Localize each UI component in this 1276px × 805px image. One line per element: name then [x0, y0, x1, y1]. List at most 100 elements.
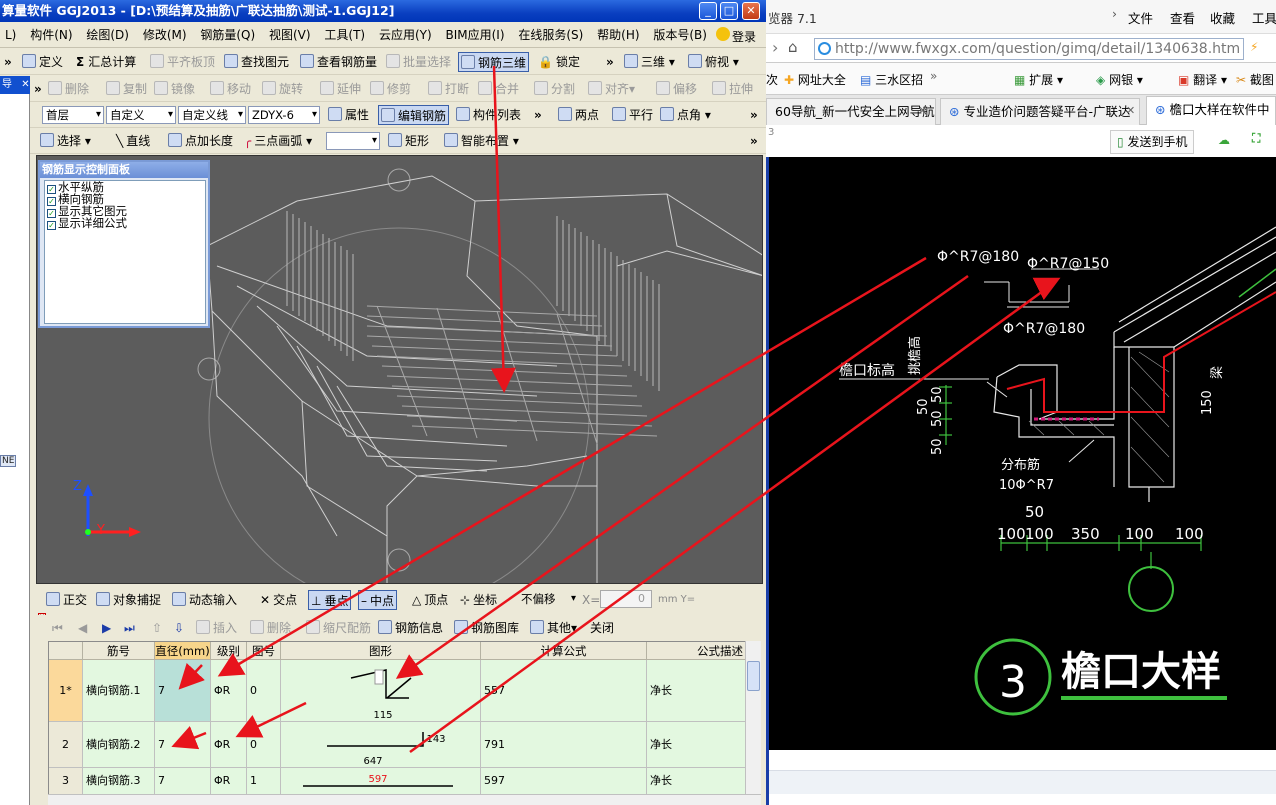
- menu-help[interactable]: 帮助(H): [597, 22, 639, 48]
- rebar-3d-button[interactable]: 钢筋三维: [458, 52, 530, 72]
- close-button[interactable]: ✕: [742, 2, 760, 20]
- view-rebar-qty-button[interactable]: 查看钢筋量: [300, 52, 377, 72]
- arc-button[interactable]: ╭ 三点画弧 ▾: [244, 131, 312, 151]
- lock-button[interactable]: 🔒 锁定: [538, 52, 580, 72]
- line-button[interactable]: ╲ 直线: [116, 131, 150, 151]
- tab-navigation[interactable]: 60导航_新一代安全上网导航: [766, 98, 936, 125]
- next-record-icon[interactable]: ▶: [102, 618, 111, 638]
- ortho-toggle[interactable]: 正交: [46, 590, 87, 610]
- insert-row-button[interactable]: 插入: [196, 618, 237, 638]
- browser-menu-view[interactable]: 查看: [1170, 8, 1195, 27]
- offset-button[interactable]: 偏移: [656, 79, 697, 99]
- nav-close-icon[interactable]: ✕: [21, 79, 29, 90]
- menu-rebar-qty[interactable]: 钢筋量(Q): [200, 22, 255, 48]
- split-button[interactable]: 分割: [534, 79, 575, 99]
- fullscreen-icon[interactable]: ⛶: [1252, 131, 1260, 146]
- col-header-diameter[interactable]: 直径(mm): [155, 642, 211, 660]
- col-header-fig-no[interactable]: 图号: [247, 642, 281, 660]
- toolbar4-more-icon[interactable]: »: [750, 131, 758, 151]
- parallel-button[interactable]: 平行: [612, 105, 653, 125]
- rotate-button[interactable]: 旋转: [262, 79, 303, 99]
- rectangle-button[interactable]: 矩形: [388, 131, 429, 151]
- cell-name[interactable]: 横向钢筋.3: [83, 768, 155, 795]
- menu-cloud[interactable]: 云应用(Y): [379, 22, 432, 48]
- floor-select[interactable]: 首层: [42, 106, 104, 124]
- cell-formula[interactable]: 597: [481, 768, 647, 795]
- cell-shape[interactable]: 115: [281, 660, 481, 722]
- offset-select[interactable]: 不偏移: [518, 591, 578, 609]
- smart-layout-button[interactable]: 智能布置 ▾: [444, 131, 519, 151]
- arc-option-select[interactable]: [326, 132, 380, 150]
- cell-grade[interactable]: ΦR: [211, 722, 247, 768]
- toolbar3-more-icon[interactable]: »: [750, 105, 758, 125]
- minimize-button[interactable]: _: [699, 2, 717, 20]
- two-points-button[interactable]: 两点: [558, 105, 599, 125]
- menu-draw[interactable]: 绘图(D): [86, 22, 129, 48]
- close-grid-button[interactable]: 关闭: [590, 618, 614, 638]
- cell-diameter[interactable]: 7: [155, 722, 211, 768]
- stretch-button[interactable]: 拉伸: [712, 79, 753, 99]
- intersection-snap[interactable]: ✕ 交点: [260, 590, 297, 610]
- send-to-phone-button[interactable]: ▯ 发送到手机: [1110, 130, 1195, 154]
- cloud-icon[interactable]: ☁: [1218, 133, 1230, 147]
- select-button[interactable]: 选择 ▾: [40, 131, 91, 151]
- fav-more-icon[interactable]: »: [930, 69, 937, 83]
- fav-screenshot[interactable]: ✂ 截图: [1236, 71, 1274, 88]
- vertex-snap[interactable]: △ 顶点: [412, 590, 448, 610]
- cell-desc[interactable]: 净长: [647, 722, 760, 768]
- col-header-formula[interactable]: 计算公式: [481, 642, 647, 660]
- ne-button[interactable]: NE: [0, 455, 17, 467]
- menu-tools[interactable]: 工具(T): [324, 22, 365, 48]
- grid-horizontal-scrollbar[interactable]: [48, 794, 761, 805]
- fav-translate[interactable]: ▣ 翻译 ▾: [1178, 71, 1227, 88]
- toolbar2-chevron-icon[interactable]: »: [34, 79, 42, 99]
- row-index[interactable]: 2: [49, 722, 83, 768]
- fav-item-navigation[interactable]: ✚ 网址大全: [784, 71, 846, 88]
- move-up-icon[interactable]: ⇧: [152, 618, 162, 638]
- cell-diameter[interactable]: 7: [155, 768, 211, 795]
- menu-bim[interactable]: BIM应用(I): [445, 22, 504, 48]
- cell-desc[interactable]: 净长: [647, 660, 760, 722]
- menu-modify[interactable]: 修改(M): [143, 22, 187, 48]
- define-button[interactable]: 定义: [22, 52, 63, 72]
- menu-l[interactable]: L): [5, 22, 16, 48]
- col-header-grade[interactable]: 级别: [211, 642, 247, 660]
- tab-qa-platform[interactable]: ⊛ 专业造价问题答疑平台-广联达: [940, 98, 1140, 125]
- cell-shape[interactable]: 597: [281, 768, 481, 795]
- prev-record-icon[interactable]: ◀: [78, 618, 87, 638]
- expand-chevron-icon[interactable]: »: [4, 52, 12, 72]
- find-element-button[interactable]: 查找图元: [224, 52, 289, 72]
- row-index[interactable]: 3: [49, 768, 83, 795]
- tab-close-icon[interactable]: ✕: [918, 104, 927, 117]
- point-angle-button[interactable]: 点角 ▾: [660, 105, 711, 125]
- move-down-icon[interactable]: ⇩: [174, 618, 184, 638]
- cell-grade[interactable]: ΦR: [211, 768, 247, 795]
- menu-view[interactable]: 视图(V): [269, 22, 311, 48]
- scale-rebar-button[interactable]: 缩尺配筋: [306, 618, 371, 638]
- extend-button[interactable]: 延伸: [320, 79, 361, 99]
- menu-version[interactable]: 版本号(B): [653, 22, 707, 48]
- coordinate-snap[interactable]: ⊹ 坐标: [460, 590, 497, 610]
- component-list-button[interactable]: 构件列表: [456, 105, 521, 125]
- fav-item-sanshui[interactable]: ▤ 三水区招: [860, 71, 923, 88]
- scroll-thumb[interactable]: [747, 661, 760, 691]
- browser-menu-tools[interactable]: 工具: [1252, 8, 1276, 27]
- midpoint-snap[interactable]: – 中点: [358, 590, 398, 610]
- move-button[interactable]: 移动: [210, 79, 251, 99]
- menu-component[interactable]: 构件(N): [30, 22, 72, 48]
- rebar-library-button[interactable]: 钢筋图库: [454, 618, 519, 638]
- grid-vertical-scrollbar[interactable]: [745, 641, 761, 796]
- perpendicular-snap[interactable]: ⊥ 垂点: [308, 590, 352, 610]
- col-header-shape[interactable]: 图形: [281, 642, 481, 660]
- top-view-dropdown[interactable]: 俯视 ▾: [688, 52, 739, 72]
- browser-menu-favorites[interactable]: 收藏: [1210, 8, 1235, 27]
- lightning-icon[interactable]: ⚡: [1250, 40, 1258, 54]
- cell-shape[interactable]: 143 647: [281, 722, 481, 768]
- mirror-button[interactable]: 镜像: [154, 79, 195, 99]
- cell-fig-no[interactable]: 0: [247, 722, 281, 768]
- fav-item-0[interactable]: 次: [766, 71, 778, 88]
- cell-diameter[interactable]: 7: [155, 660, 211, 722]
- other-menu-button[interactable]: 其他▾: [530, 618, 577, 638]
- summary-button[interactable]: Σ 汇总计算: [76, 52, 136, 72]
- maximize-button[interactable]: □: [720, 2, 738, 20]
